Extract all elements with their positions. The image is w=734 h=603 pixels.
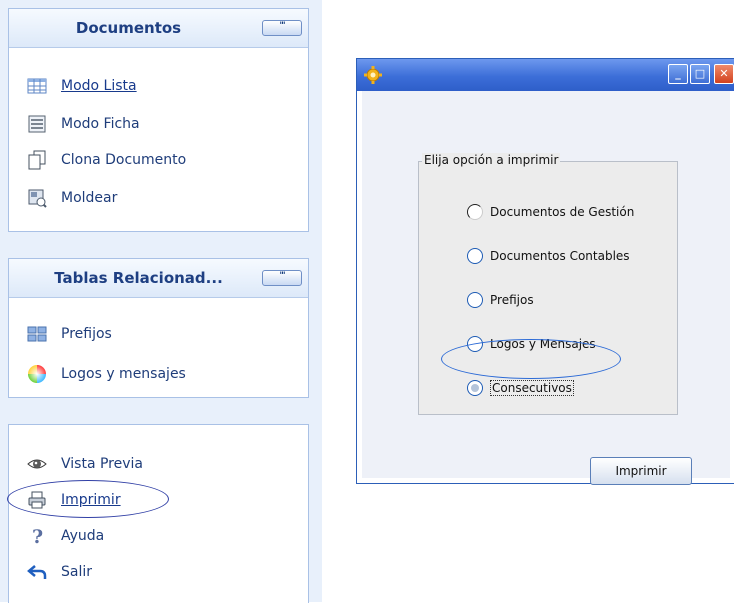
tiles-icon xyxy=(27,324,47,344)
menu-item-ayuda[interactable]: ? Ayuda xyxy=(27,525,105,548)
documents-section-header[interactable]: Documentos ''' xyxy=(9,9,308,48)
copy-document-icon xyxy=(27,150,47,170)
menu-item-label: Modo Ficha xyxy=(61,116,140,132)
help-icon: ? xyxy=(27,526,47,548)
menu-item-modo-lista[interactable]: Modo Lista xyxy=(27,75,137,97)
maximize-button[interactable]: □ xyxy=(690,64,710,84)
radio-logos-mensajes[interactable]: Logos y Mensajes xyxy=(467,334,596,354)
menu-item-salir[interactable]: Salir xyxy=(27,561,92,583)
documents-collapse-button[interactable]: ''' xyxy=(262,20,302,36)
menu-item-label: Moldear xyxy=(61,190,118,206)
menu-item-prefijos[interactable]: Prefijos xyxy=(27,323,112,345)
menu-item-label: Logos y mensajes xyxy=(61,366,186,382)
menu-item-vista-previa[interactable]: Vista Previa xyxy=(27,453,143,475)
form-card-icon xyxy=(27,114,47,134)
close-button[interactable]: ✕ xyxy=(714,64,734,84)
radio-circle-icon xyxy=(467,336,483,352)
color-wheel-icon xyxy=(27,364,47,384)
minimize-button[interactable]: _ xyxy=(668,64,688,84)
radio-documentos-contables[interactable]: Documentos Contables xyxy=(467,246,630,266)
related-tables-collapse-button[interactable]: ''' xyxy=(262,270,302,286)
template-icon xyxy=(27,188,47,208)
radio-label: Consecutivos xyxy=(490,380,574,396)
menu-item-logos-mensajes[interactable]: Logos y mensajes xyxy=(27,363,186,385)
task-pane: Documentos ''' Modo Lista Modo Ficha Clo… xyxy=(0,0,322,603)
radio-label: Prefijos xyxy=(490,293,534,307)
radio-documentos-gestion[interactable]: Documentos de Gestión xyxy=(467,202,634,222)
print-button[interactable]: Imprimir xyxy=(590,457,692,485)
related-tables-section: Tablas Relacionad... ''' Prefijos Logos … xyxy=(8,258,309,398)
exit-arrow-icon xyxy=(27,562,47,582)
radio-label: Documentos Contables xyxy=(490,249,630,263)
menu-item-label: Prefijos xyxy=(61,326,112,342)
menu-item-label: Imprimir xyxy=(61,492,121,508)
radio-circle-selected-icon xyxy=(467,380,483,396)
radio-consecutivos[interactable]: Consecutivos xyxy=(467,378,574,398)
actions-section: Vista Previa Imprimir ? Ayuda Salir xyxy=(8,424,309,603)
radio-label: Documentos de Gestión xyxy=(490,205,635,219)
menu-item-clona-documento[interactable]: Clona Documento xyxy=(27,149,186,171)
menu-item-label: Modo Lista xyxy=(61,78,137,94)
group-label: Elija opción a imprimir xyxy=(422,153,561,167)
dialog-title-bar[interactable]: _ □ ✕ xyxy=(357,59,734,91)
related-tables-section-header[interactable]: Tablas Relacionad... ''' xyxy=(9,259,308,298)
documents-section-title: Documentos xyxy=(75,19,182,37)
menu-item-label: Clona Documento xyxy=(61,152,187,168)
dialog-client-area: Elija opción a imprimir Documentos de Ge… xyxy=(362,91,730,485)
radio-circle-icon xyxy=(467,292,483,308)
menu-item-label: Salir xyxy=(61,564,93,580)
related-tables-section-title: Tablas Relacionad... xyxy=(54,269,223,287)
print-options-dialog: _ □ ✕ Elija opción a imprimir Documentos… xyxy=(356,58,734,485)
printer-icon xyxy=(27,490,47,510)
svg-text:?: ? xyxy=(32,526,43,546)
print-option-group: Elija opción a imprimir Documentos de Ge… xyxy=(418,153,678,415)
documents-section: Documentos ''' Modo Lista Modo Ficha Clo… xyxy=(8,8,309,232)
gear-icon xyxy=(363,65,383,89)
grid-list-icon xyxy=(27,76,47,96)
menu-item-imprimir[interactable]: Imprimir xyxy=(27,489,121,511)
eye-icon xyxy=(27,454,47,474)
menu-item-moldear[interactable]: Moldear xyxy=(27,187,117,209)
menu-item-label: Vista Previa xyxy=(61,456,143,472)
menu-item-modo-ficha[interactable]: Modo Ficha xyxy=(27,113,140,135)
radio-circle-icon xyxy=(467,248,483,264)
radio-prefijos[interactable]: Prefijos xyxy=(467,290,534,310)
menu-item-label: Ayuda xyxy=(61,528,105,544)
radio-circle-icon xyxy=(467,204,483,220)
radio-label: Logos y Mensajes xyxy=(490,337,596,351)
